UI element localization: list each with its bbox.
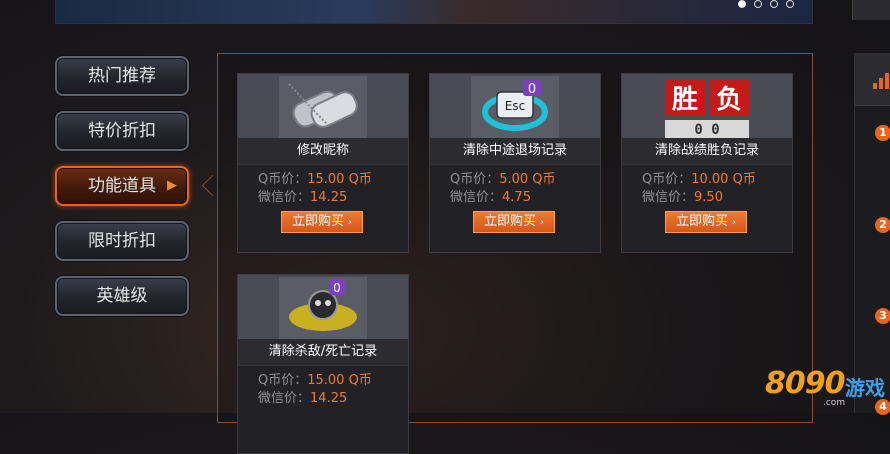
rank-badge-3: 3 <box>875 308 890 324</box>
product-image[interactable]: 胜 负 0 0 清除战绩胜负记录 <box>622 74 792 165</box>
qb-price-label: Q币价： <box>258 373 308 388</box>
buy-now-label: 立即购买 <box>291 214 344 229</box>
esc-badge: 0 <box>528 82 536 97</box>
product-image[interactable]: 0 清除杀敌/死亡记录 <box>238 275 408 366</box>
loss-text: 负 <box>716 85 742 115</box>
top-banner <box>55 0 813 24</box>
wx-price: 14.25 <box>310 391 348 406</box>
ranking-header <box>855 53 890 106</box>
qb-price: 15.00 Q币 <box>307 373 372 388</box>
qb-price-label: Q币价： <box>450 172 500 187</box>
product-name: 修改昵称 <box>238 138 408 164</box>
chevron-right-icon: › <box>348 217 352 228</box>
nav-function-items[interactable]: 功能道具 ▶ <box>55 166 189 206</box>
skull-reset-icon: 0 <box>279 277 367 339</box>
product-card: 胜 负 0 0 清除战绩胜负记录 Q币价：10.00 Q币 微信价：9.50 立… <box>621 73 793 253</box>
dog-tags-icon <box>279 76 367 138</box>
logo-domain: .com <box>823 398 846 408</box>
wx-price: 4.75 <box>502 190 531 205</box>
wx-price-label: 微信价： <box>642 190 695 205</box>
wx-price: 14.25 <box>310 190 348 205</box>
buy-now-button[interactable]: 立即购买 › <box>281 211 363 233</box>
product-image[interactable]: Esc 0 清除中途退场记录 <box>430 74 600 165</box>
logo-number: 8090 <box>765 366 845 401</box>
rank-badge-1: 1 <box>875 125 890 141</box>
qb-price: 15.00 Q币 <box>307 172 372 187</box>
nav-function-items-label: 功能道具 <box>88 176 156 196</box>
chevron-right-icon: › <box>732 217 736 228</box>
banner-dot-2[interactable] <box>754 0 762 8</box>
score-text: 0 0 <box>694 122 719 138</box>
qb-price: 5.00 Q币 <box>499 172 556 187</box>
wx-price-label: 微信价： <box>258 190 311 205</box>
banner-dot-4[interactable] <box>786 0 794 8</box>
win-loss-board-icon: 胜 负 0 0 <box>663 76 751 138</box>
banner-dot-3[interactable] <box>770 0 778 8</box>
rank-badge-2: 2 <box>875 217 890 233</box>
buy-now-button[interactable]: 立即购买 › <box>473 211 555 233</box>
nav-discount[interactable]: 特价折扣 <box>55 111 189 151</box>
qb-price-label: Q币价： <box>642 172 692 187</box>
esc-key-text: Esc <box>505 99 525 113</box>
buy-now-label: 立即购买 <box>483 214 536 229</box>
wx-price: 9.50 <box>694 190 723 205</box>
qb-price-label: Q币价： <box>258 172 308 187</box>
product-name: 清除杀敌/死亡记录 <box>238 339 408 365</box>
ranking-bars-icon <box>873 73 889 89</box>
category-nav: 热门推荐 特价折扣 功能道具 ▶ 限时折扣 英雄级 <box>55 56 189 331</box>
chevron-right-icon: ▶ <box>167 178 177 193</box>
product-image[interactable]: 修改昵称 <box>238 74 408 165</box>
wx-price-label: 微信价： <box>450 190 503 205</box>
esc-key-icon: Esc 0 <box>471 76 559 138</box>
product-card: 修改昵称 Q币价：15.00 Q币 微信价：14.25 立即购买 › <box>237 73 409 253</box>
site-logo[interactable]: 8090 游戏 .com <box>765 358 890 413</box>
banner-dot-1[interactable] <box>738 0 746 8</box>
skull-badge: 0 <box>333 281 341 295</box>
nav-limited[interactable]: 限时折扣 <box>55 221 189 261</box>
buy-now-button[interactable]: 立即购买 › <box>665 211 747 233</box>
banner-pagination <box>738 0 794 8</box>
nav-hot[interactable]: 热门推荐 <box>55 56 189 96</box>
right-top-panel <box>852 0 890 20</box>
chevron-right-icon: › <box>540 217 544 228</box>
product-panel: 修改昵称 Q币价：15.00 Q币 微信价：14.25 立即购买 › Esc 0 … <box>217 53 813 454</box>
product-name: 清除战绩胜负记录 <box>622 138 792 164</box>
logo-text: 游戏 <box>845 376 885 400</box>
product-card: 0 清除杀敌/死亡记录 Q币价：15.00 Q币 微信价：14.25 <box>237 274 409 454</box>
qb-price: 10.00 Q币 <box>691 172 756 187</box>
product-card: Esc 0 清除中途退场记录 Q币价：5.00 Q币 微信价：4.75 立即购买… <box>429 73 601 253</box>
wx-price-label: 微信价： <box>258 391 311 406</box>
nav-hero[interactable]: 英雄级 <box>55 276 189 316</box>
win-text: 胜 <box>672 85 698 115</box>
product-name: 清除中途退场记录 <box>430 138 600 164</box>
buy-now-label: 立即购买 <box>675 214 728 229</box>
